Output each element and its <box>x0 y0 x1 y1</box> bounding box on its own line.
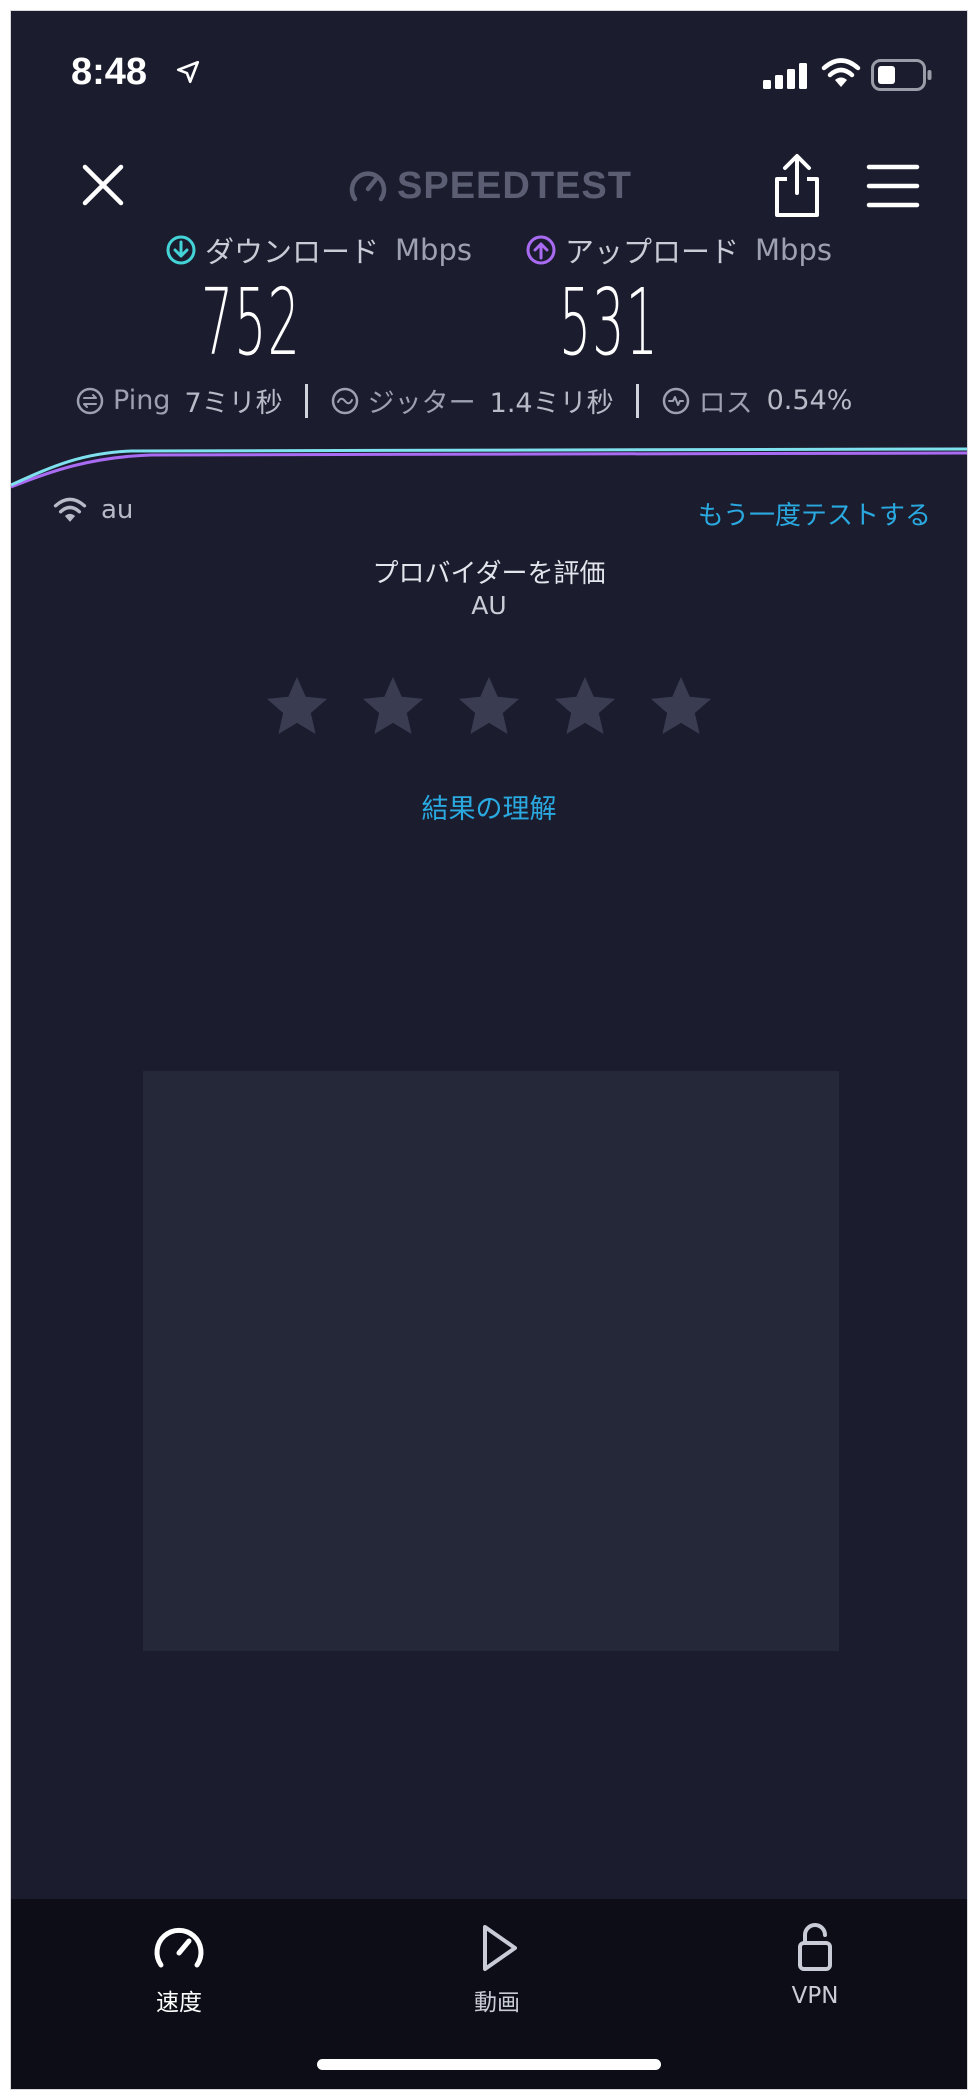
retest-link[interactable]: もう一度テストする <box>698 495 931 532</box>
tab-vpn[interactable]: VPN <box>735 1923 895 2009</box>
upload-header: アップロード Mbps <box>525 229 832 271</box>
star-icon[interactable] <box>645 671 717 743</box>
jitter-icon <box>331 387 358 414</box>
download-unit: Mbps <box>395 233 472 267</box>
logo-text: SPEEDTEST <box>397 164 632 207</box>
wifi-icon <box>53 497 87 522</box>
provider-name: AU <box>471 591 507 620</box>
tab-video-label: 動画 <box>474 1990 520 2016</box>
loss-value: 0.54% <box>766 385 853 416</box>
upload-speed-value: 531 <box>559 269 659 376</box>
share-button[interactable] <box>767 151 827 221</box>
app-screen: 8:48 SPEEDTEST ダウンロード Mbps アップロード Mbps 7… <box>10 10 968 2090</box>
network-name: au <box>101 495 134 525</box>
jitter-label: ジッター <box>367 388 476 419</box>
understand-results-link[interactable]: 結果の理解 <box>11 787 967 826</box>
tab-speed-label: 速度 <box>156 1990 202 2016</box>
star-icon[interactable] <box>261 671 333 743</box>
download-label: ダウンロード <box>205 235 380 269</box>
speedtest-logo: SPEEDTEST <box>347 159 632 213</box>
upload-unit: Mbps <box>755 233 832 267</box>
loss-icon <box>662 387 689 414</box>
download-speed-value: 752 <box>201 269 301 376</box>
tab-speed[interactable]: 速度 <box>99 1923 259 2017</box>
ad-placeholder[interactable] <box>143 1071 839 1651</box>
network-info: au <box>53 495 133 525</box>
wifi-icon <box>821 58 861 87</box>
menu-button[interactable] <box>863 159 923 213</box>
tab-video[interactable]: 動画 <box>417 1923 577 2017</box>
battery-icon <box>871 59 932 91</box>
gauge-icon <box>349 171 387 202</box>
cellular-signal-icon <box>763 63 807 89</box>
location-arrow-icon <box>176 60 200 84</box>
divider <box>635 383 639 418</box>
upload-label: アップロード <box>565 235 740 269</box>
lock-open-icon <box>798 1923 832 1971</box>
status-time: 8:48 <box>71 51 148 93</box>
ping-label: Ping <box>113 385 171 416</box>
star-icon[interactable] <box>549 671 621 743</box>
upload-graph-line <box>11 451 967 489</box>
jitter-value: 1.4ミリ秒 <box>489 388 614 419</box>
ping-icon <box>76 387 104 414</box>
speed-graph <box>11 447 967 489</box>
divider <box>304 383 308 418</box>
ping-value: 7ミリ秒 <box>184 388 283 419</box>
rate-provider-title: プロバイダーを評価 <box>372 559 606 589</box>
download-arrow-icon <box>166 235 196 265</box>
close-button[interactable] <box>71 153 135 217</box>
play-icon <box>483 1925 517 1971</box>
home-indicator[interactable] <box>317 2059 661 2070</box>
tab-vpn-label: VPN <box>791 1983 839 2009</box>
stats-row: Ping 7ミリ秒 ジッター 1.4ミリ秒 ロス 0.54% <box>75 381 852 420</box>
upload-arrow-icon <box>526 235 556 265</box>
download-header: ダウンロード Mbps <box>165 229 472 271</box>
star-rating <box>11 671 967 743</box>
star-icon[interactable] <box>357 671 429 743</box>
speedometer-icon <box>154 1927 204 1968</box>
loss-label: ロス <box>698 388 753 419</box>
star-icon[interactable] <box>453 671 525 743</box>
